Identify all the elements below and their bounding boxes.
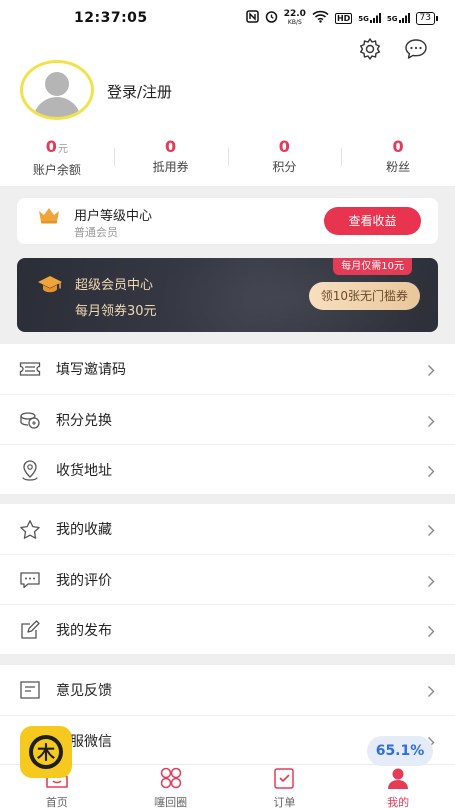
- avatar-body: [33, 97, 81, 117]
- menu-label: 积分兑换: [56, 412, 112, 429]
- stat-vouchers-label: 抵用券: [152, 160, 189, 174]
- menu-item-favorites[interactable]: 我的收藏: [0, 504, 455, 554]
- message-bubble-icon[interactable]: [403, 36, 429, 62]
- nfc-icon: [245, 10, 259, 26]
- net-speed-value: 22.0: [283, 9, 306, 19]
- edit-icon: [18, 618, 42, 642]
- menu-item-invite-code[interactable]: 填写邀请码: [0, 344, 455, 394]
- menu-item-feedback[interactable]: 意见反馈: [0, 665, 455, 715]
- user-level-card[interactable]: 用户等级中心 普通会员 查看收益: [17, 198, 438, 244]
- stat-balance-label: 账户余额: [32, 163, 81, 177]
- stat-fans-label: 粉丝: [386, 160, 411, 174]
- stat-balance-value-wrap: 0元: [0, 136, 114, 161]
- menu-item-reviews[interactable]: 我的评价: [0, 554, 455, 604]
- signal-5g-1: 5G: [358, 13, 381, 23]
- status-time: 12:37:05: [74, 10, 148, 26]
- order-icon: [271, 767, 297, 793]
- graduation-cap-icon: [37, 274, 63, 298]
- view-earnings-button[interactable]: 查看收益: [324, 207, 421, 235]
- menu-group-account: 填写邀请码 积分兑换 收货地址: [0, 344, 455, 494]
- super-vip-card[interactable]: 超级会员中心 每月领券30元 每月仅需10元 领10张无门槛券: [17, 258, 438, 332]
- stat-fans-value: 0: [392, 137, 404, 156]
- menu-label: 我的发布: [56, 622, 112, 639]
- tab-label: 首页: [45, 796, 68, 808]
- avatar[interactable]: [20, 60, 94, 120]
- stat-points-value: 0: [278, 137, 290, 156]
- level-subtitle: 普通会员: [74, 226, 118, 239]
- vip-price-tag: 每月仅需10元: [333, 258, 412, 275]
- stats-row: 0元 账户余额 0 抵用券 0 积分 0 粉丝: [0, 136, 455, 179]
- menu-label: 我的收藏: [56, 522, 112, 538]
- tab-label: 我的: [387, 796, 410, 808]
- tab-label: 噻回圈: [154, 796, 188, 808]
- status-icons: 22.0 KB/S HD 5G 5G 73: [245, 9, 439, 27]
- battery-icon: 73: [415, 11, 439, 25]
- chevron-right-icon: [427, 623, 435, 642]
- star-icon: [18, 517, 42, 541]
- stat-balance[interactable]: 0元 账户余额: [0, 136, 114, 179]
- badge-glyph-icon: 木: [29, 735, 63, 769]
- menu-item-points-exchange[interactable]: 积分兑换: [0, 394, 455, 444]
- stat-fans[interactable]: 0 粉丝: [341, 136, 455, 179]
- avatar-head: [45, 72, 69, 96]
- header-actions: [357, 36, 429, 62]
- signal1-label: 5G: [358, 15, 369, 23]
- user-icon: [385, 767, 411, 793]
- crown-icon: [37, 206, 61, 228]
- menu-label: 意见反馈: [56, 683, 112, 699]
- stat-vouchers[interactable]: 0 抵用券: [113, 136, 228, 179]
- stat-points-label: 积分: [272, 160, 297, 174]
- vip-subtitle: 每月领券30元: [75, 304, 157, 319]
- profile-section: 登录/注册 0元 账户余额 0 抵用券 0 积分 0 粉丝: [0, 36, 455, 186]
- ticket-icon: [18, 357, 42, 381]
- login-register-link[interactable]: 登录/注册: [107, 81, 172, 102]
- tab-label: 订单: [273, 796, 296, 808]
- chevron-right-icon: [427, 413, 435, 432]
- signal2-label: 5G: [386, 15, 398, 23]
- chevron-right-icon: [427, 683, 435, 702]
- net-speed: 22.0 KB/S: [283, 9, 306, 27]
- signal-5g-2: 5G: [387, 13, 410, 23]
- stat-vouchers-value: 0: [165, 137, 177, 156]
- tab-orders[interactable]: 订单: [228, 765, 342, 808]
- menu-label: 我的评价: [56, 572, 112, 589]
- tab-circle[interactable]: 噻回圈: [114, 765, 228, 808]
- chevron-right-icon: [427, 522, 435, 541]
- menu-label: 收货地址: [56, 462, 112, 479]
- floating-app-badge[interactable]: 木: [20, 726, 72, 778]
- chevron-right-icon: [427, 362, 435, 381]
- stat-balance-value: 0: [45, 137, 57, 156]
- menu-item-posts[interactable]: 我的发布: [0, 604, 455, 654]
- status-bar: 12:37:05 22.0 KB/S HD 5G 5G 73: [0, 0, 455, 36]
- coin-exchange-icon: [18, 408, 42, 432]
- vip-title: 超级会员中心: [75, 278, 154, 293]
- settings-gear-icon[interactable]: [357, 36, 383, 62]
- badge-char: 木: [36, 742, 56, 764]
- percent-indicator[interactable]: 65.1%: [367, 736, 433, 766]
- claim-coupons-button[interactable]: 领10张无门槛券: [308, 282, 420, 310]
- menu-group-activity: 我的收藏 我的评价 我的发布: [0, 504, 455, 654]
- stat-points[interactable]: 0 积分: [227, 136, 342, 179]
- level-title: 用户等级中心: [74, 209, 153, 224]
- feedback-icon: [18, 678, 42, 702]
- grid-circles-icon: [158, 767, 184, 793]
- chevron-right-icon: [427, 573, 435, 592]
- menu-label: 填写邀请码: [56, 362, 126, 378]
- menu-item-address[interactable]: 收货地址: [0, 444, 455, 494]
- tab-mine[interactable]: 我的: [341, 765, 455, 808]
- alarm-icon: [265, 10, 278, 26]
- wifi-icon: [312, 10, 329, 26]
- location-pin-icon: [18, 458, 42, 482]
- comment-icon: [18, 568, 42, 592]
- stat-balance-unit: 元: [57, 144, 68, 155]
- chevron-right-icon: [427, 463, 435, 482]
- net-speed-unit: KB/S: [287, 19, 302, 26]
- hd-badge: HD: [334, 12, 353, 24]
